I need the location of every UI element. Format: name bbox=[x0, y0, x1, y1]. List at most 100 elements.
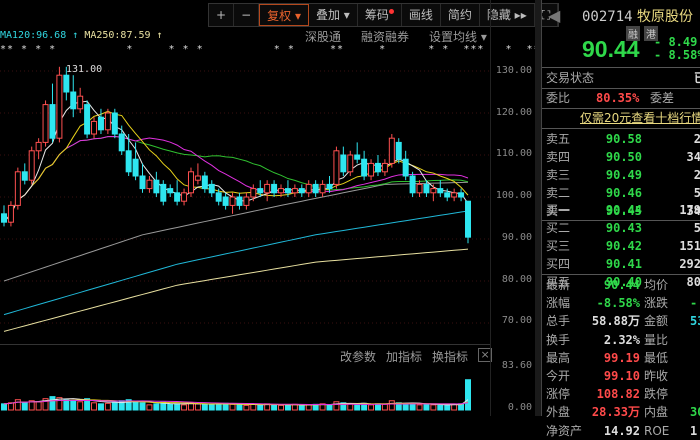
candle bbox=[28, 146, 35, 185]
candle-body bbox=[139, 175, 146, 190]
candle bbox=[333, 146, 340, 189]
simple-mode-button[interactable]: 简约 bbox=[441, 4, 480, 26]
price-axis-label: 120.00 bbox=[495, 106, 532, 118]
bids-row[interactable]: 买一 90.44 179 bbox=[544, 201, 700, 219]
chart-toolbar: + − 复权 ▾ 叠加 ▾ 筹码 画线 简约 隐藏 ▸▸ ⛶ bbox=[208, 3, 560, 27]
change-percent: - 8.58% bbox=[654, 48, 700, 62]
price-change: - 8.49 - 8.58% bbox=[654, 36, 700, 62]
volume-bar bbox=[465, 379, 471, 411]
volume-bar bbox=[21, 401, 28, 411]
candle bbox=[368, 159, 375, 181]
candle bbox=[132, 142, 139, 181]
candle bbox=[49, 83, 56, 143]
stat-row: 总手 58.88万金额 53 bbox=[544, 312, 700, 330]
fuquan-dropdown[interactable]: 复权 ▾ bbox=[259, 4, 309, 26]
candle-body bbox=[354, 154, 361, 160]
candle-body bbox=[326, 183, 333, 190]
candle bbox=[340, 146, 347, 176]
asks-row[interactable]: 卖四 90.50 34 bbox=[544, 148, 700, 166]
candlestick-chart[interactable] bbox=[0, 55, 490, 345]
asks-row[interactable]: 卖三 90.49 2 bbox=[544, 166, 700, 184]
draw-line-button[interactable]: 画线 bbox=[402, 4, 441, 26]
volume-bar bbox=[250, 403, 257, 411]
stat-value-2: 53 bbox=[690, 314, 700, 329]
shenzhen-connect-link[interactable]: 深股通 bbox=[305, 28, 341, 45]
level2-promo-link[interactable]: 仅需20元查看十档行情 bbox=[580, 109, 700, 127]
candle bbox=[430, 184, 437, 202]
candle-body bbox=[340, 154, 347, 173]
volume-bar bbox=[236, 404, 243, 411]
trade-status-value: 已 bbox=[694, 69, 700, 87]
candle bbox=[271, 180, 278, 197]
candle bbox=[305, 180, 312, 197]
price-axis-label: 90.00 bbox=[501, 231, 532, 243]
bids-level-label: 买一 bbox=[546, 203, 571, 217]
candle-body bbox=[181, 192, 188, 202]
candle-body bbox=[222, 196, 229, 206]
candle-body bbox=[229, 196, 236, 206]
back-arrow-icon[interactable]: ◀ bbox=[548, 6, 560, 25]
chips-button[interactable]: 筹码 bbox=[358, 4, 402, 26]
candle-body bbox=[250, 188, 257, 198]
volume-bar bbox=[91, 402, 98, 411]
candle bbox=[222, 192, 229, 210]
candle-body bbox=[167, 188, 174, 194]
volume-bar bbox=[97, 403, 104, 411]
volume-bar bbox=[35, 401, 42, 411]
volume-bar bbox=[132, 401, 139, 411]
stat-label-2: 金额 bbox=[644, 314, 669, 329]
last-price: 90.44 bbox=[582, 36, 640, 62]
candle bbox=[194, 163, 201, 185]
candle-body bbox=[1, 213, 7, 223]
bids-row[interactable]: 买二 90.43 5 bbox=[544, 219, 700, 237]
candle-body bbox=[28, 150, 35, 181]
bids-volume: 5 bbox=[693, 221, 700, 235]
asks-price: 90.46 bbox=[605, 186, 642, 200]
candle-body bbox=[402, 158, 409, 177]
stat-value: 99.10 bbox=[603, 369, 640, 383]
event-markers[interactable]: ** * * * * * * * * * ** * * * *** * ** bbox=[0, 44, 541, 55]
candle bbox=[451, 188, 458, 202]
trade-status-label: 交易状态 bbox=[546, 71, 595, 85]
candle-body bbox=[312, 183, 319, 194]
asks-level-label: 卖五 bbox=[546, 132, 571, 146]
stat-label-2: 均价 bbox=[644, 278, 669, 292]
price-axis-label: 100.00 bbox=[495, 190, 532, 202]
hide-button[interactable]: 隐藏 ▸▸ bbox=[480, 4, 535, 26]
candle-body bbox=[14, 171, 21, 206]
bids-level-label: 买二 bbox=[546, 221, 571, 235]
asks-volume: 2 bbox=[693, 132, 700, 146]
candle bbox=[458, 188, 465, 202]
volume-bar bbox=[416, 404, 423, 411]
volume-bar bbox=[194, 403, 201, 411]
stat-label: 总手 bbox=[546, 314, 571, 329]
candle-body bbox=[361, 158, 368, 177]
volume-bar bbox=[381, 403, 388, 411]
asks-price: 90.58 bbox=[605, 132, 642, 146]
zoom-in-button[interactable]: + bbox=[209, 4, 235, 26]
stat-row: 最高 99.19 最低 bbox=[544, 349, 700, 367]
candle bbox=[146, 176, 153, 193]
candle-body bbox=[374, 162, 381, 173]
volume-bar bbox=[14, 399, 21, 411]
volume-bar bbox=[430, 404, 437, 411]
candle bbox=[465, 200, 471, 244]
ma-legend: MA120:96.68 ↑ MA250:87.59 ↑ bbox=[0, 30, 163, 41]
set-ma-dropdown[interactable]: 设置均线 ▾ bbox=[429, 28, 487, 45]
candle-body bbox=[319, 183, 326, 194]
candle bbox=[298, 184, 305, 197]
stat-value: -8.58% bbox=[596, 296, 640, 311]
overlay-dropdown[interactable]: 叠加 ▾ bbox=[309, 4, 358, 26]
candle-body bbox=[208, 183, 215, 194]
bids-row[interactable]: 买三 90.42 151 bbox=[544, 237, 700, 255]
margin-trading-link[interactable]: 融资融券 bbox=[361, 28, 409, 45]
volume-bar bbox=[146, 404, 153, 411]
bids-row[interactable]: 买四 90.41 292 bbox=[544, 255, 700, 273]
candle-body bbox=[395, 141, 402, 160]
volume-chart[interactable] bbox=[0, 345, 490, 416]
asks-row[interactable]: 卖五 90.58 2 bbox=[544, 130, 700, 148]
stat-value: 90.44 bbox=[603, 278, 640, 292]
zoom-out-button[interactable]: − bbox=[234, 4, 260, 26]
asks-row[interactable]: 卖二 90.46 5 bbox=[544, 184, 700, 202]
candle bbox=[1, 205, 7, 227]
